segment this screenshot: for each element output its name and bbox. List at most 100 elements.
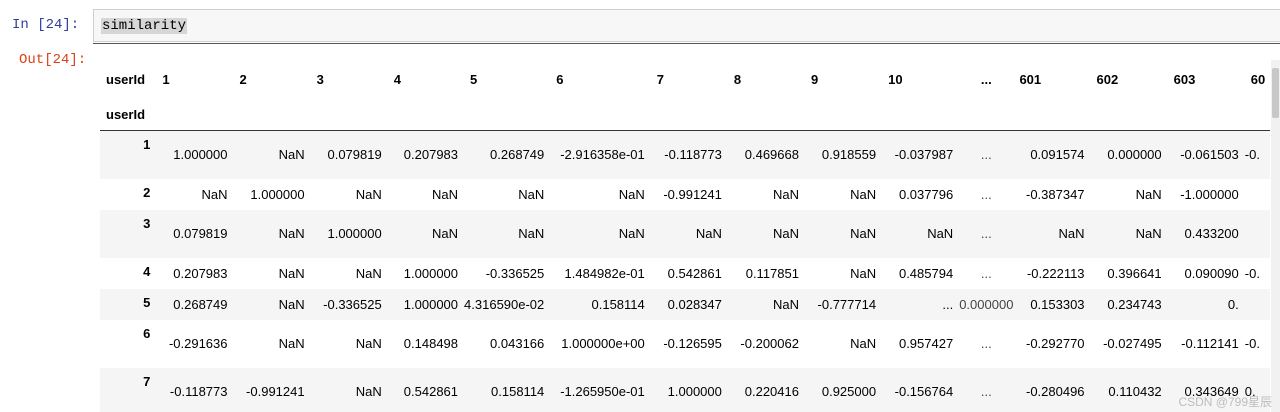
table-cell: -1.265950e-01 bbox=[560, 383, 645, 399]
table-cell: 0.220416 bbox=[744, 384, 799, 399]
table-cell: -0.118773 bbox=[664, 147, 722, 163]
table-cell bbox=[1245, 289, 1270, 320]
table-row: 4 0.207983 NaN NaN 1.000000 -0.336525 1.… bbox=[100, 257, 1270, 289]
table-cell: 0.153303 bbox=[1030, 296, 1085, 312]
table-cell: -0.126595 bbox=[663, 336, 722, 351]
code-cell-input[interactable]: similarity bbox=[93, 9, 1280, 42]
table-cell: NaN bbox=[618, 186, 645, 202]
dataframe-output: userId 1 2 3 4 5 6 7 8 9 10 ... 601 60 2 … bbox=[100, 60, 1270, 412]
table-cell: 0. bbox=[1227, 296, 1239, 312]
table-cell: 0.234743 bbox=[1107, 296, 1162, 312]
table-cell: 1.000000 bbox=[403, 265, 459, 281]
table-cell: 1.484982e-01 bbox=[564, 265, 645, 281]
row-label: 4 bbox=[143, 263, 151, 279]
table-cell: 0.396641 bbox=[1107, 265, 1162, 281]
table-row: 3 0.079819 NaN 1.000000 NaN NaN NaN NaN … bbox=[100, 209, 1270, 258]
column-header: 4 bbox=[393, 72, 401, 87]
watermark: CSDN @799星辰 bbox=[1178, 395, 1272, 409]
table-cell: NaN bbox=[1135, 226, 1162, 241]
table-cell: NaN bbox=[355, 186, 382, 202]
table-cell: 0.000000 bbox=[1107, 147, 1162, 163]
index-name-label: userId bbox=[100, 99, 157, 131]
table-cell: -0.387347 bbox=[1025, 186, 1085, 202]
table-cell: 4.316590e-02 bbox=[464, 296, 545, 312]
table-cell: NaN bbox=[355, 265, 382, 281]
table-cell: 1.000000 bbox=[327, 226, 382, 241]
column-header: 603 bbox=[1173, 72, 1196, 87]
table-cell: 0.000000 bbox=[959, 296, 1014, 312]
table-cell: NaN bbox=[850, 265, 877, 281]
table-cell: 0.079819 bbox=[327, 147, 382, 163]
table-cell: NaN bbox=[772, 186, 799, 202]
table-cell: -2.916358e-01 bbox=[560, 146, 645, 162]
table-cell: NaN bbox=[850, 186, 877, 202]
table-cell: -0.280496 bbox=[1025, 384, 1085, 399]
table-cell: -0.037987 bbox=[894, 147, 954, 163]
table-cell: -0.336525 bbox=[485, 265, 545, 281]
table-cell: -0.027495 bbox=[1103, 336, 1162, 351]
table-cell: 0.079819 bbox=[173, 226, 228, 241]
code-text: similarity bbox=[101, 18, 188, 34]
table-cell: 0.207983 bbox=[403, 147, 459, 163]
table-cell: 0.268749 bbox=[173, 296, 228, 312]
table-cell: 0.037796 bbox=[898, 186, 954, 202]
columns-name-label: userId bbox=[106, 72, 146, 87]
table-cell: -0.222113 bbox=[1026, 265, 1085, 281]
table-cell: NaN bbox=[1058, 226, 1085, 241]
table-cell: 1.000000 bbox=[173, 147, 228, 163]
table-cell: -0.777714 bbox=[817, 296, 877, 312]
table-cell: -0.991241 bbox=[663, 186, 722, 202]
column-header: 6 bbox=[556, 72, 564, 87]
dataframe-table: userId 1 2 3 4 5 6 7 8 9 10 ... 601 60 2 … bbox=[100, 60, 1270, 412]
column-header: ... bbox=[980, 72, 992, 87]
table-cell: NaN bbox=[850, 226, 877, 241]
table-cell: NaN bbox=[518, 186, 545, 202]
table-cell: -0.291636 bbox=[168, 336, 228, 351]
table-cell: ... bbox=[980, 186, 992, 202]
table-cell: NaN bbox=[278, 147, 305, 163]
table-cell: NaN bbox=[355, 384, 382, 399]
row-label: 7 bbox=[143, 373, 151, 389]
index-header-row: userId bbox=[100, 99, 1270, 131]
table-cell: -0.991241 bbox=[246, 384, 305, 399]
table-cell: NaN bbox=[1135, 186, 1162, 202]
table-cell: NaN bbox=[432, 186, 459, 202]
table-cell: -0. bbox=[1244, 147, 1260, 163]
table-cell: ... bbox=[980, 226, 992, 241]
table-cell: ... bbox=[980, 384, 992, 399]
table-row: 1 1.000000 NaN 0.079819 0.207983 0.26874… bbox=[100, 130, 1270, 179]
table-cell: 0.542861 bbox=[667, 265, 722, 281]
table-cell: NaN bbox=[278, 226, 305, 241]
table-cell: NaN bbox=[201, 186, 228, 202]
table-cell: -0.336525 bbox=[323, 296, 382, 312]
table-cell: NaN bbox=[618, 226, 645, 241]
column-header: 8 bbox=[733, 72, 742, 87]
table-cell: 0.918559 bbox=[821, 147, 877, 163]
row-label: 5 bbox=[143, 294, 151, 310]
table-cell: NaN bbox=[278, 336, 305, 351]
table-cell: 0.158114 bbox=[591, 296, 645, 312]
table-cell: -0.061503 bbox=[1180, 147, 1239, 163]
table-cell: 0.542861 bbox=[403, 384, 459, 399]
scrollbar-thumb[interactable] bbox=[1272, 68, 1279, 118]
table-row: 6 -0.291636 NaN NaN 0.148498 0.043166 1.… bbox=[100, 319, 1270, 368]
column-header: 602 bbox=[1096, 72, 1119, 87]
table-cell: -1.000000 bbox=[1180, 186, 1239, 202]
row-label: 2 bbox=[143, 184, 151, 200]
table-cell: 0.043166 bbox=[490, 336, 545, 351]
table-cell: 0.090090 bbox=[1184, 265, 1239, 281]
table-cell: 0.925000 bbox=[821, 384, 877, 399]
table-cell: ... bbox=[980, 265, 992, 281]
column-header: 10 bbox=[888, 72, 903, 87]
table-cell: -0.292770 bbox=[1025, 336, 1085, 351]
input-prompt: In [24]: bbox=[12, 17, 80, 33]
column-header: 5 bbox=[470, 72, 478, 87]
table-cell bbox=[1245, 179, 1270, 210]
table-cell: NaN bbox=[927, 226, 954, 241]
table-cell: 0.207983 bbox=[173, 265, 228, 281]
table-cell: 0.117851 bbox=[745, 265, 799, 281]
table-cell: ... bbox=[980, 147, 992, 163]
table-cell: 0.433200 bbox=[1184, 226, 1239, 241]
table-cell: NaN bbox=[772, 226, 799, 241]
row-label: 3 bbox=[143, 215, 151, 231]
